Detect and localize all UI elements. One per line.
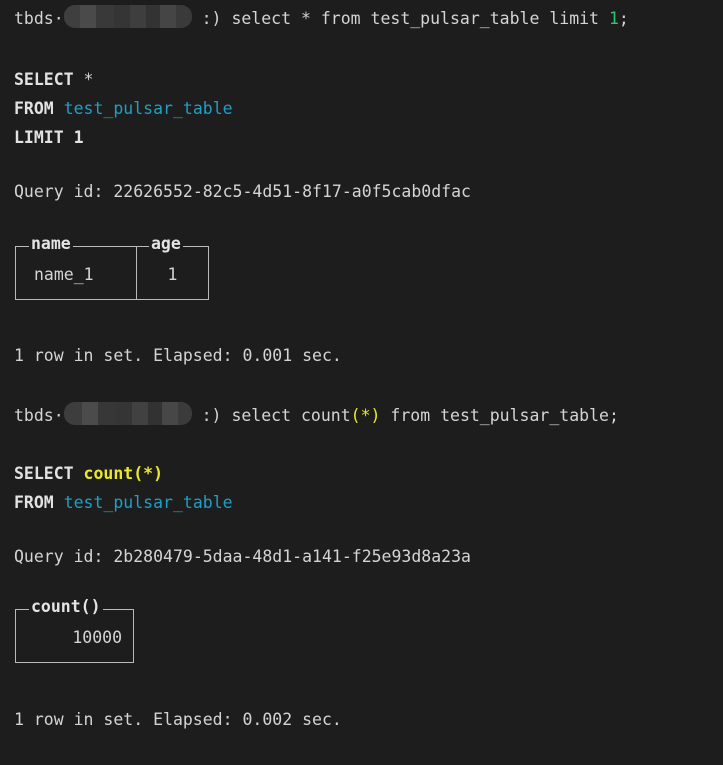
prompt-user-1: tbds <box>14 9 54 28</box>
prompt-command-func-2: (*) <box>351 406 381 425</box>
prompt-command-suffix-2: from test_pulsar_table; <box>380 406 618 425</box>
terminal-window[interactable]: tbds· :) select * from test_pulsar_table… <box>0 0 723 765</box>
query-id-label-2: Query id: <box>14 547 113 566</box>
sql-select-list-1: * <box>74 70 94 89</box>
formatted-query-1-line-2: FROM test_pulsar_table <box>14 94 233 123</box>
status-line-1: 1 row in set. Elapsed: 0.001 sec. <box>14 341 342 370</box>
prompt-smiley-1: :) <box>192 9 232 28</box>
sql-keyword-from-1: FROM <box>14 99 54 118</box>
sql-keyword-select-1: SELECT <box>14 70 74 89</box>
query-id-value-1: 22626552-82c5-4d51-8f17-a0f5cab0dfac <box>113 182 471 201</box>
query-id-line-1: Query id: 22626552-82c5-4d51-8f17-a0f5ca… <box>14 177 471 206</box>
table-cell-name-value: name_1 <box>34 265 94 285</box>
sql-table-name-2: test_pulsar_table <box>64 493 233 512</box>
formatted-query-2-line-2: FROM test_pulsar_table <box>14 488 233 517</box>
prompt-command-prefix-2: select count <box>231 406 350 425</box>
column-header-count: count() <box>29 597 103 617</box>
sql-keyword-select-2: SELECT <box>14 464 74 483</box>
query-id-value-2: 2b280479-5daa-48d1-a141-f25e93d8a23a <box>113 547 471 566</box>
result-table-2: count() 10000 <box>15 609 134 663</box>
table-cell-age-value: 1 <box>137 265 208 285</box>
sql-function-count-2: count(*) <box>84 464 163 483</box>
formatted-query-1-line-3: LIMIT 1 <box>14 123 84 152</box>
status-text-2: 1 row in set. Elapsed: 0.002 sec. <box>14 710 342 729</box>
prompt-separator-2: · <box>54 406 64 425</box>
sql-table-name-1: test_pulsar_table <box>64 99 233 118</box>
redacted-host-1 <box>64 5 192 28</box>
column-header-age: age <box>149 234 183 254</box>
query-id-line-2: Query id: 2b280479-5daa-48d1-a141-f25e93… <box>14 542 471 571</box>
sql-keyword-from-2: FROM <box>14 493 54 512</box>
status-text-1: 1 row in set. Elapsed: 0.001 sec. <box>14 346 342 365</box>
prompt-command-1: select * from test_pulsar_table limit <box>231 9 609 28</box>
sql-keyword-limit-1: LIMIT 1 <box>14 128 84 147</box>
column-header-name: name <box>29 234 73 254</box>
query-id-label-1: Query id: <box>14 182 113 201</box>
prompt-line-1: tbds· :) select * from test_pulsar_table… <box>14 4 629 33</box>
prompt-separator-1: · <box>54 9 64 28</box>
prompt-user-2: tbds <box>14 406 54 425</box>
formatted-query-2-line-1: SELECT count(*) <box>14 459 163 488</box>
prompt-command-terminator-1: ; <box>619 9 629 28</box>
prompt-line-2: tbds· :) select count(*) from test_pulsa… <box>14 401 619 430</box>
redacted-host-2 <box>64 402 192 425</box>
prompt-smiley-2: :) <box>192 406 232 425</box>
table-cell-count-value: 10000 <box>16 628 122 648</box>
status-line-2: 1 row in set. Elapsed: 0.002 sec. <box>14 705 342 734</box>
prompt-command-number-1: 1 <box>609 9 619 28</box>
formatted-query-1-line-1: SELECT * <box>14 65 93 94</box>
result-table-1: name age name_1 1 <box>15 246 209 300</box>
